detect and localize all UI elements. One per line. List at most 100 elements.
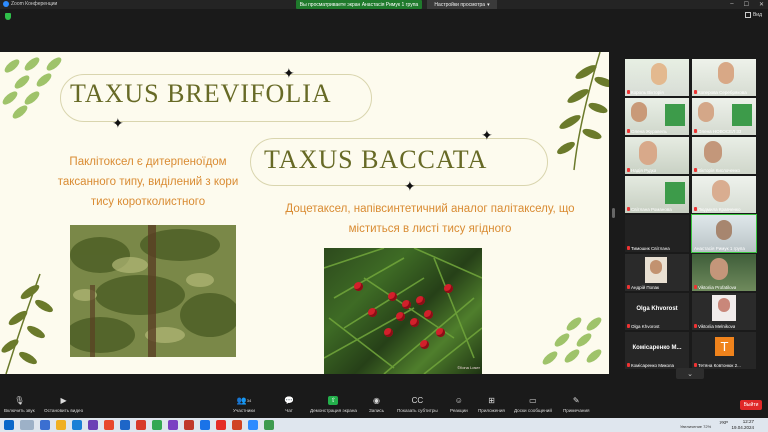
slide-text-docetaxel: Доцетаксел, напівсинтетичний аналог палі… [285,203,575,235]
os-taskbar: УКР 12:27 19.04.2024 [0,418,768,432]
participant-tile[interactable]: Коперова Серебрякова [692,59,756,96]
view-button[interactable]: Вид [744,12,762,18]
sparkle-icon: ✦ [283,65,295,81]
video-camera-icon: ▶ [60,396,67,405]
participant-tile[interactable]: Андрій Попак [625,254,689,291]
decor-leaf-dots-bottom-right [542,317,602,365]
photo-caption: ©Ilona Loser [457,365,480,370]
app-icon[interactable] [120,420,130,430]
app-icon[interactable] [104,420,114,430]
chevron-down-icon: ▾ [487,1,490,8]
mic-muted-icon [694,90,697,94]
app-title: Zoom Конференции [3,1,57,7]
input-language[interactable]: УКР [720,420,728,425]
participants-button[interactable]: 👥 34 Участники [233,396,255,413]
participant-tile[interactable]: Тимошик Світлана [625,215,689,252]
whiteboards-button[interactable]: ▭ Доски сообщений [514,396,552,413]
shared-slide: TAXUS BREVIFOLIA TAXUS BACCATA ✦ ✦ ✦ ✦ П… [0,52,609,374]
whiteboard-icon: ▭ [529,396,537,405]
unmute-audio-button[interactable]: 🎙 Включить звук [4,396,35,413]
maximize-icon[interactable]: ☐ [744,1,749,8]
sparkle-icon: ✦ [404,178,416,194]
yew-branch-image [324,248,482,374]
file-explorer-icon[interactable] [56,420,66,430]
photo-taxus-baccata: ©Ilona Loser [324,248,482,374]
zoom-taskbar-icon[interactable] [248,420,258,430]
slide-text-paclitaxel: Паклітоксел є дитерпеноїдом таксанного т… [57,156,239,208]
reactions-icon: ☺ [454,396,463,405]
share-screen-button[interactable]: ⇧ Демонстрация экрана [310,396,357,413]
participant-tile-active-speaker[interactable]: Анастасія Римук 1 група [691,214,757,253]
sparkle-icon: ✦ [112,115,124,131]
mic-muted-icon [694,363,697,367]
record-button[interactable]: ◉ Запись [369,396,384,413]
participant-tile[interactable]: Олена Журавель [625,98,689,135]
mic-muted-icon [694,285,697,289]
participant-tile[interactable]: Світлана Романова [625,176,689,213]
forest-image [70,225,236,357]
participant-tile[interactable]: Вікторія Кислоченко [692,137,756,174]
app-icon[interactable] [200,420,210,430]
view-options-menu[interactable]: Настройки просмотра ▾ [427,0,497,9]
app-icon[interactable] [88,420,98,430]
app-icon[interactable] [168,420,178,430]
mic-muted-icon [627,285,630,289]
participant-tile[interactable]: Олена НОВОСЕЛ 33 [692,98,756,135]
mic-muted-icon [627,168,630,172]
apps-button[interactable]: ⊞ Приложения [478,396,505,413]
participant-tile[interactable]: T Тетяна Ковтонюк 2... [692,332,756,369]
app-icon[interactable] [264,420,274,430]
window-titlebar: Zoom Конференции Вы просматриваете экран… [0,0,768,9]
notes-button[interactable]: ✎ Примечания [563,396,590,413]
zoom-logo-icon [3,1,9,7]
app-icon[interactable] [184,420,194,430]
shield-icon[interactable] [5,13,11,20]
mic-muted-icon [627,129,630,133]
photo-taxus-brevifolia [70,225,236,357]
stop-video-button[interactable]: ▶ Остановить видео [44,396,83,413]
app-title-text: Zoom Конференции [11,1,58,7]
zoom-level-indicator: Увеличение 72% [680,424,712,429]
chevron-down-icon: ⌄ [687,370,693,378]
windows-start-icon[interactable] [4,420,14,430]
close-icon[interactable]: ✕ [759,1,764,8]
slide-title-taxus-brevifolia: TAXUS BREVIFOLIA [70,79,332,108]
system-clock[interactable]: 12:27 19.04.2024 [731,419,754,431]
reactions-button[interactable]: ☺ Реакции [450,396,468,413]
participant-tile[interactable]: Надія Рудка [625,137,689,174]
mail-icon[interactable] [72,420,82,430]
view-button-label: Вид [752,12,762,18]
participant-tile[interactable]: Комісаренко М... Комісаренко Микола [625,332,689,369]
participants-icon: 👥 34 [236,396,252,405]
mic-muted-icon [627,363,630,367]
search-icon[interactable] [20,420,34,430]
sparkle-icon: ✦ [481,127,493,143]
chat-button[interactable]: 💬 Чат [284,396,294,413]
participant-tile[interactable]: Людмила Кравченко [692,176,756,213]
participant-tile[interactable]: Король Вікторія [625,59,689,96]
grid-view-icon [744,12,751,18]
minimize-icon[interactable]: – [730,1,733,8]
participant-tile[interactable]: Olga Khvorost Olga Khvorost [625,293,689,330]
participant-tile[interactable]: Viktoriia Profatilova [692,254,756,291]
mic-muted-icon [694,324,697,328]
slide-title-taxus-baccata: TAXUS BACCATA [264,145,488,174]
avatar: T [715,337,734,356]
participant-tile[interactable]: Viktoriia Melnikova [692,293,756,330]
mic-muted-icon [694,168,697,172]
leave-meeting-button[interactable]: Выйти [740,400,762,410]
meeting-infobar: Вид [0,9,768,23]
yandex-icon[interactable] [216,420,226,430]
show-captions-button[interactable]: CC Показать субтитры [397,396,438,413]
mic-muted-icon [627,246,630,250]
task-view-icon[interactable] [40,420,50,430]
apps-icon: ⊞ [488,396,495,405]
powerpoint-icon[interactable] [232,420,242,430]
gallery-next-page-button[interactable]: ⌄ [676,368,704,379]
chrome-icon[interactable] [152,420,162,430]
app-icon[interactable] [136,420,146,430]
share-screen-icon: ⇧ [328,396,339,405]
mic-muted-icon: 🎙 [14,396,25,405]
viewing-screen-banner: Вы просматриваете экран Анастасія Римук … [296,0,422,9]
splitter-handle[interactable] [612,208,615,218]
